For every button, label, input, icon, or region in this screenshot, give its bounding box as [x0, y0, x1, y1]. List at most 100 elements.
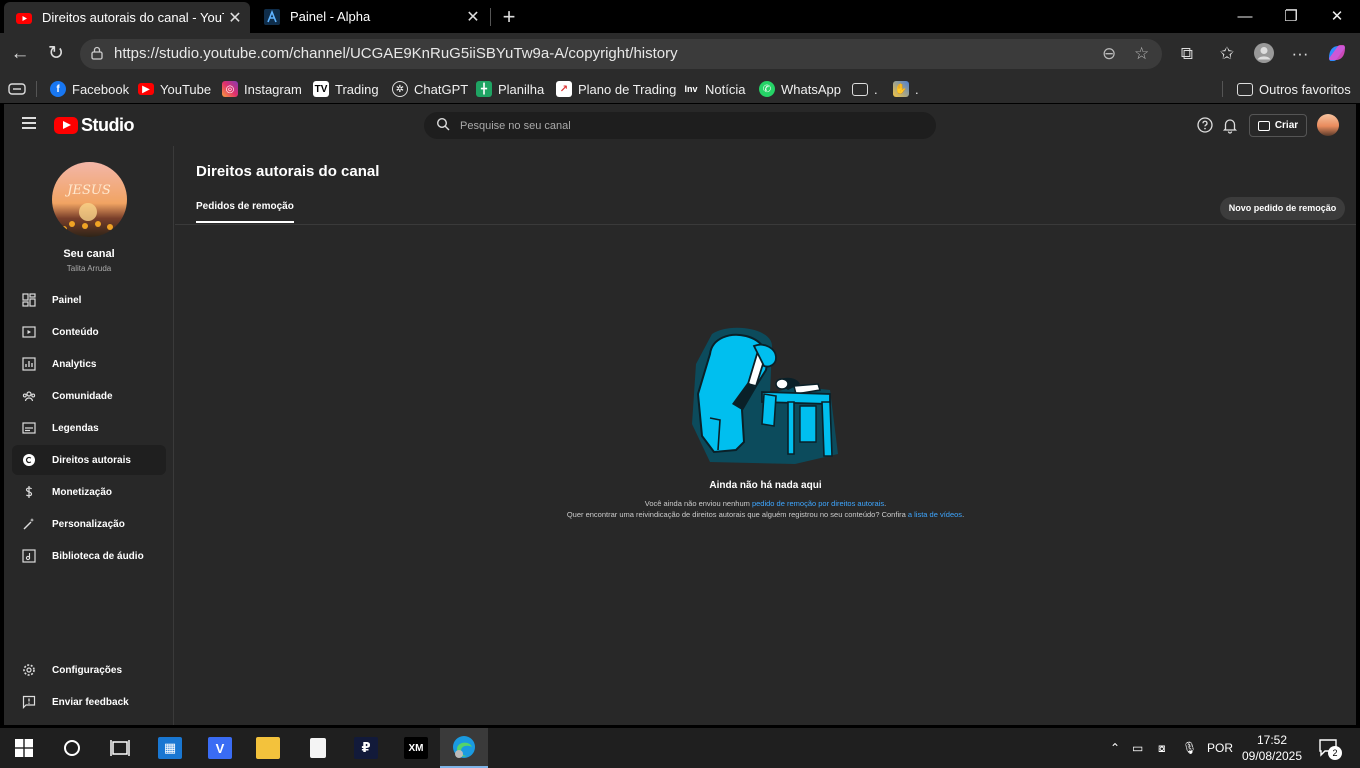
bookmark-noticia[interactable]: Inv Notícia [683, 79, 745, 99]
new-removal-request-button[interactable]: Novo pedido de remoção [1220, 197, 1345, 220]
help-icon[interactable] [1196, 116, 1214, 134]
channel-avatar[interactable]: JESUS [52, 162, 127, 237]
search-input[interactable] [460, 116, 920, 135]
nav-label: Legendas [52, 422, 99, 434]
nav-legendas[interactable]: Legendas [12, 413, 166, 443]
favorite-star-icon[interactable]: ☆ [1134, 44, 1149, 64]
network-icon[interactable]: ▭ [1132, 728, 1143, 768]
minimize-icon[interactable]: — [1222, 0, 1268, 33]
more-menu-icon[interactable]: ··· [1287, 42, 1313, 68]
nav-biblioteca-de-audio[interactable]: Biblioteca de áudio [12, 541, 166, 571]
v-app[interactable]: V [196, 728, 244, 768]
language-indicator[interactable]: POR [1207, 728, 1233, 768]
close-window-icon[interactable]: ✕ [1314, 0, 1360, 33]
create-button[interactable]: Criar [1249, 114, 1307, 137]
empty-text: Você ainda não enviou nenhum [644, 499, 752, 508]
nav-label: Direitos autorais [52, 454, 131, 466]
bookmark-label: WhatsApp [781, 81, 841, 97]
close-tab-icon[interactable]: ✕ [462, 7, 484, 27]
nav-enviar-feedback[interactable]: Enviar feedback [12, 687, 166, 717]
bookmark-label: Facebook [72, 81, 130, 97]
video-list-link[interactable]: a lista de vídeos [908, 510, 962, 519]
trading-app-icon: ₽ [354, 737, 378, 759]
youtube-studio-page: Studio Criar JESUS Seu canal Talita Arru… [4, 104, 1356, 725]
nav-conteudo[interactable]: Conteúdo [12, 317, 166, 347]
tab-pedidos-de-remocao[interactable]: Pedidos de remoção [196, 201, 294, 223]
task-view-button[interactable] [96, 728, 144, 768]
reload-icon[interactable]: ↻ [43, 41, 69, 67]
nav-label: Analytics [52, 358, 97, 370]
folder-icon [852, 82, 868, 96]
bookmark-chatgpt[interactable]: ✲ ChatGPT [392, 79, 468, 99]
camera-icon[interactable]: ⧇ [1158, 728, 1166, 768]
system-clock[interactable]: 17:52 09/08/2025 [1236, 732, 1308, 764]
nav-label: Configurações [52, 664, 123, 676]
nav-analytics[interactable]: Analytics [12, 349, 166, 379]
instagram-icon: ◎ [222, 81, 238, 97]
whatsapp-icon: ✆ [759, 81, 775, 97]
bookmark-planilha[interactable]: ╋ Planilha [476, 79, 544, 99]
back-icon[interactable]: ← [7, 41, 33, 67]
bookmarks-bar: f Facebook ▶ YouTube ◎ Instagram TV Trading … [0, 75, 1360, 103]
copilot-icon[interactable] [1324, 42, 1350, 68]
notepad-app[interactable] [294, 728, 342, 768]
microphone-icon[interactable]: 🎙︎ [1182, 728, 1197, 768]
calendar-app[interactable]: ▦ [146, 728, 194, 768]
nav-personalizacao[interactable]: Personalização [12, 509, 166, 539]
studio-sidebar: JESUS Seu canal Talita Arruda Painel Con… [4, 146, 174, 725]
content-icon [22, 326, 36, 338]
windows-taskbar: ▦ V ₽ XM ⌃ ▭ ⧇ 🎙︎ POR 17:52 09/08/2025 2 [0, 728, 1360, 768]
tab-title: Direitos autorais do canal - YouTu [42, 10, 224, 25]
xm-app[interactable]: XM [392, 728, 440, 768]
bookmark-label: . [915, 81, 919, 97]
file-explorer[interactable] [244, 728, 292, 768]
search-icon[interactable] [436, 117, 450, 131]
trading-app[interactable]: ₽ [342, 728, 390, 768]
empty-text: Quer encontrar uma reivindicação de dire… [566, 510, 908, 519]
bookmark-hands[interactable]: ✋. [893, 79, 919, 99]
bookmark-youtube[interactable]: ▶ YouTube [138, 79, 211, 99]
facebook-icon: f [50, 81, 66, 97]
new-tab-icon[interactable]: + [498, 4, 520, 30]
bookmark-instagram[interactable]: ◎ Instagram [222, 79, 302, 99]
channel-search[interactable] [424, 112, 936, 139]
nav-painel[interactable]: Painel [12, 285, 166, 315]
nav-label: Enviar feedback [52, 696, 129, 708]
maximize-icon[interactable]: ❐ [1268, 0, 1314, 33]
bookmark-trading[interactable]: TV Trading [313, 79, 379, 99]
edge-browser[interactable] [440, 728, 488, 768]
tab-youtube-studio[interactable]: Direitos autorais do canal - YouTu ✕ [4, 2, 250, 33]
nav-configuracoes[interactable]: Configurações [12, 655, 166, 685]
menu-icon[interactable] [22, 117, 36, 129]
nav-comunidade[interactable]: Comunidade [12, 381, 166, 411]
bookmark-whatsapp[interactable]: ✆ WhatsApp [759, 79, 841, 99]
studio-logo[interactable]: Studio [54, 115, 135, 136]
bookmark-facebook[interactable]: f Facebook [50, 79, 129, 99]
zoom-icon[interactable]: ⊖ [1102, 44, 1116, 64]
sheets-icon: ╋ [476, 81, 492, 97]
nav-direitos-autorais[interactable]: Direitos autorais [12, 445, 166, 475]
show-hidden-icons[interactable]: ⌃ [1110, 728, 1120, 768]
bookmark-folder[interactable]: . [852, 79, 878, 99]
youtube-icon [16, 12, 32, 24]
collections-icon[interactable] [8, 79, 26, 99]
bookmark-plano-de-trading[interactable]: ↗ Plano de Trading [556, 79, 676, 99]
url-text[interactable]: https://studio.youtube.com/channel/UCGAE… [114, 45, 678, 62]
close-tab-icon[interactable]: ✕ [224, 8, 246, 28]
search-button[interactable] [48, 728, 96, 768]
site-info-icon[interactable] [90, 46, 104, 60]
notifications-bell-icon[interactable] [1221, 116, 1239, 134]
start-button[interactable] [0, 728, 48, 768]
profile-icon[interactable] [1251, 42, 1277, 68]
account-avatar[interactable] [1317, 114, 1339, 136]
notification-center[interactable]: 2 [1318, 728, 1342, 768]
task-view-icon [110, 740, 130, 756]
extensions-icon[interactable]: ⧉ [1174, 42, 1200, 68]
address-bar[interactable]: https://studio.youtube.com/channel/UCGAE… [80, 39, 1162, 69]
other-favorites[interactable]: Outros favoritos [1237, 79, 1351, 99]
removal-request-link[interactable]: pedido de remoção por direitos autorais [752, 499, 884, 508]
nav-monetizacao[interactable]: Monetização [12, 477, 166, 507]
create-label: Criar [1274, 120, 1299, 131]
tab-painel-alpha[interactable]: Painel - Alpha ✕ [252, 0, 488, 33]
favorites-icon[interactable]: ✩ [1214, 42, 1240, 68]
